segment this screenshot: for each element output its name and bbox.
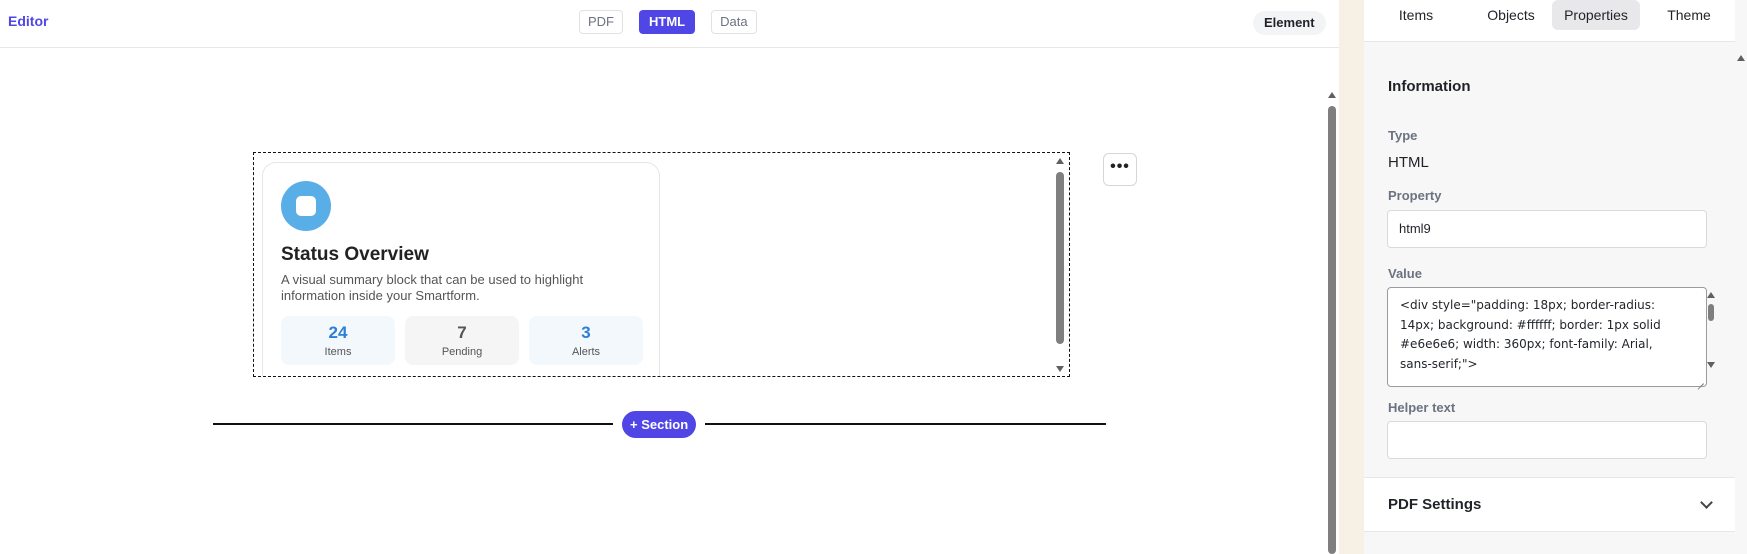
scroll-up-arrow-icon[interactable] — [1707, 292, 1715, 298]
chevron-down-icon[interactable] — [1700, 496, 1713, 509]
editor-topbar: Editor PDF HTML Data Element — [0, 0, 1339, 48]
scroll-up-arrow-icon[interactable] — [1328, 92, 1336, 98]
element-scrollbar-thumb[interactable] — [1056, 172, 1064, 344]
value-textarea[interactable]: <div style="padding: 18px; border-radius… — [1387, 287, 1707, 387]
card-title: Status Overview — [281, 244, 429, 265]
scroll-up-arrow-icon[interactable] — [1056, 158, 1064, 164]
stat-value: 7 — [457, 323, 467, 342]
information-heading: Information — [1388, 78, 1471, 95]
pdf-settings-heading: PDF Settings — [1388, 496, 1482, 513]
property-label: Property — [1388, 188, 1442, 203]
tab-objects[interactable]: Objects — [1469, 0, 1553, 30]
property-input[interactable]: html9 — [1387, 210, 1707, 248]
properties-panel: Items Objects Properties Theme Informati… — [1364, 0, 1747, 554]
helper-text-input[interactable] — [1387, 421, 1707, 459]
status-overview-card: Status Overview A visual summary block t… — [262, 162, 660, 376]
section-divider-right — [705, 423, 1106, 425]
stat-label: Pending — [441, 346, 483, 358]
resize-handle-icon[interactable] — [1693, 373, 1705, 385]
card-description: A visual summary block that can be used … — [281, 272, 584, 303]
value-textarea-scrollbar[interactable] — [1706, 292, 1716, 368]
stat-label: Items — [324, 346, 352, 358]
mode-html-button[interactable]: HTML — [639, 10, 696, 34]
tab-items[interactable]: Items — [1382, 0, 1450, 30]
scroll-down-arrow-icon[interactable] — [1056, 366, 1064, 372]
editor-app: Editor PDF HTML Data Element Status Over… — [0, 0, 1747, 554]
scroll-down-arrow-icon[interactable] — [1707, 362, 1715, 368]
more-options-button[interactable]: ••• — [1103, 153, 1137, 186]
mode-pdf-button[interactable]: PDF — [579, 10, 623, 34]
card-stats: 24 Items 7 Pending 3 Alerts — [281, 316, 643, 365]
stat-value: 24 — [328, 323, 348, 342]
stat-pending: 7 Pending — [405, 316, 519, 365]
type-label: Type — [1388, 128, 1418, 143]
status-circle-icon — [281, 181, 331, 231]
tab-properties[interactable]: Properties — [1552, 0, 1640, 30]
canvas-scrollbar[interactable] — [1327, 92, 1337, 554]
mode-data-button[interactable]: Data — [711, 10, 757, 34]
element-badge[interactable]: Element — [1253, 11, 1326, 35]
canvas-scrollbar-thumb[interactable] — [1328, 106, 1336, 554]
stat-label: Alerts — [571, 346, 601, 358]
element-scrollbar[interactable] — [1055, 158, 1065, 372]
stat-value: 3 — [581, 323, 591, 342]
helper-text-label: Helper text — [1388, 400, 1456, 415]
section-divider-left — [213, 423, 613, 425]
panel-resize-strip[interactable] — [1339, 0, 1364, 554]
pdf-settings-section[interactable]: PDF Settings — [1364, 477, 1735, 532]
stat-items: 24 Items — [281, 316, 395, 365]
textarea-scrollbar-thumb[interactable] — [1708, 304, 1714, 321]
value-label: Value — [1388, 266, 1422, 281]
type-value: HTML — [1388, 154, 1429, 171]
mode-switcher: PDF HTML Data — [579, 10, 757, 34]
panel-tabs: Items Objects Properties Theme — [1364, 0, 1735, 42]
editor-title[interactable]: Editor — [8, 13, 48, 29]
panel-scroll-up-arrow-icon[interactable] — [1737, 55, 1745, 61]
tab-theme[interactable]: Theme — [1652, 0, 1726, 30]
stat-alerts: 3 Alerts — [529, 316, 643, 365]
add-section-button[interactable]: + Section — [622, 411, 697, 438]
